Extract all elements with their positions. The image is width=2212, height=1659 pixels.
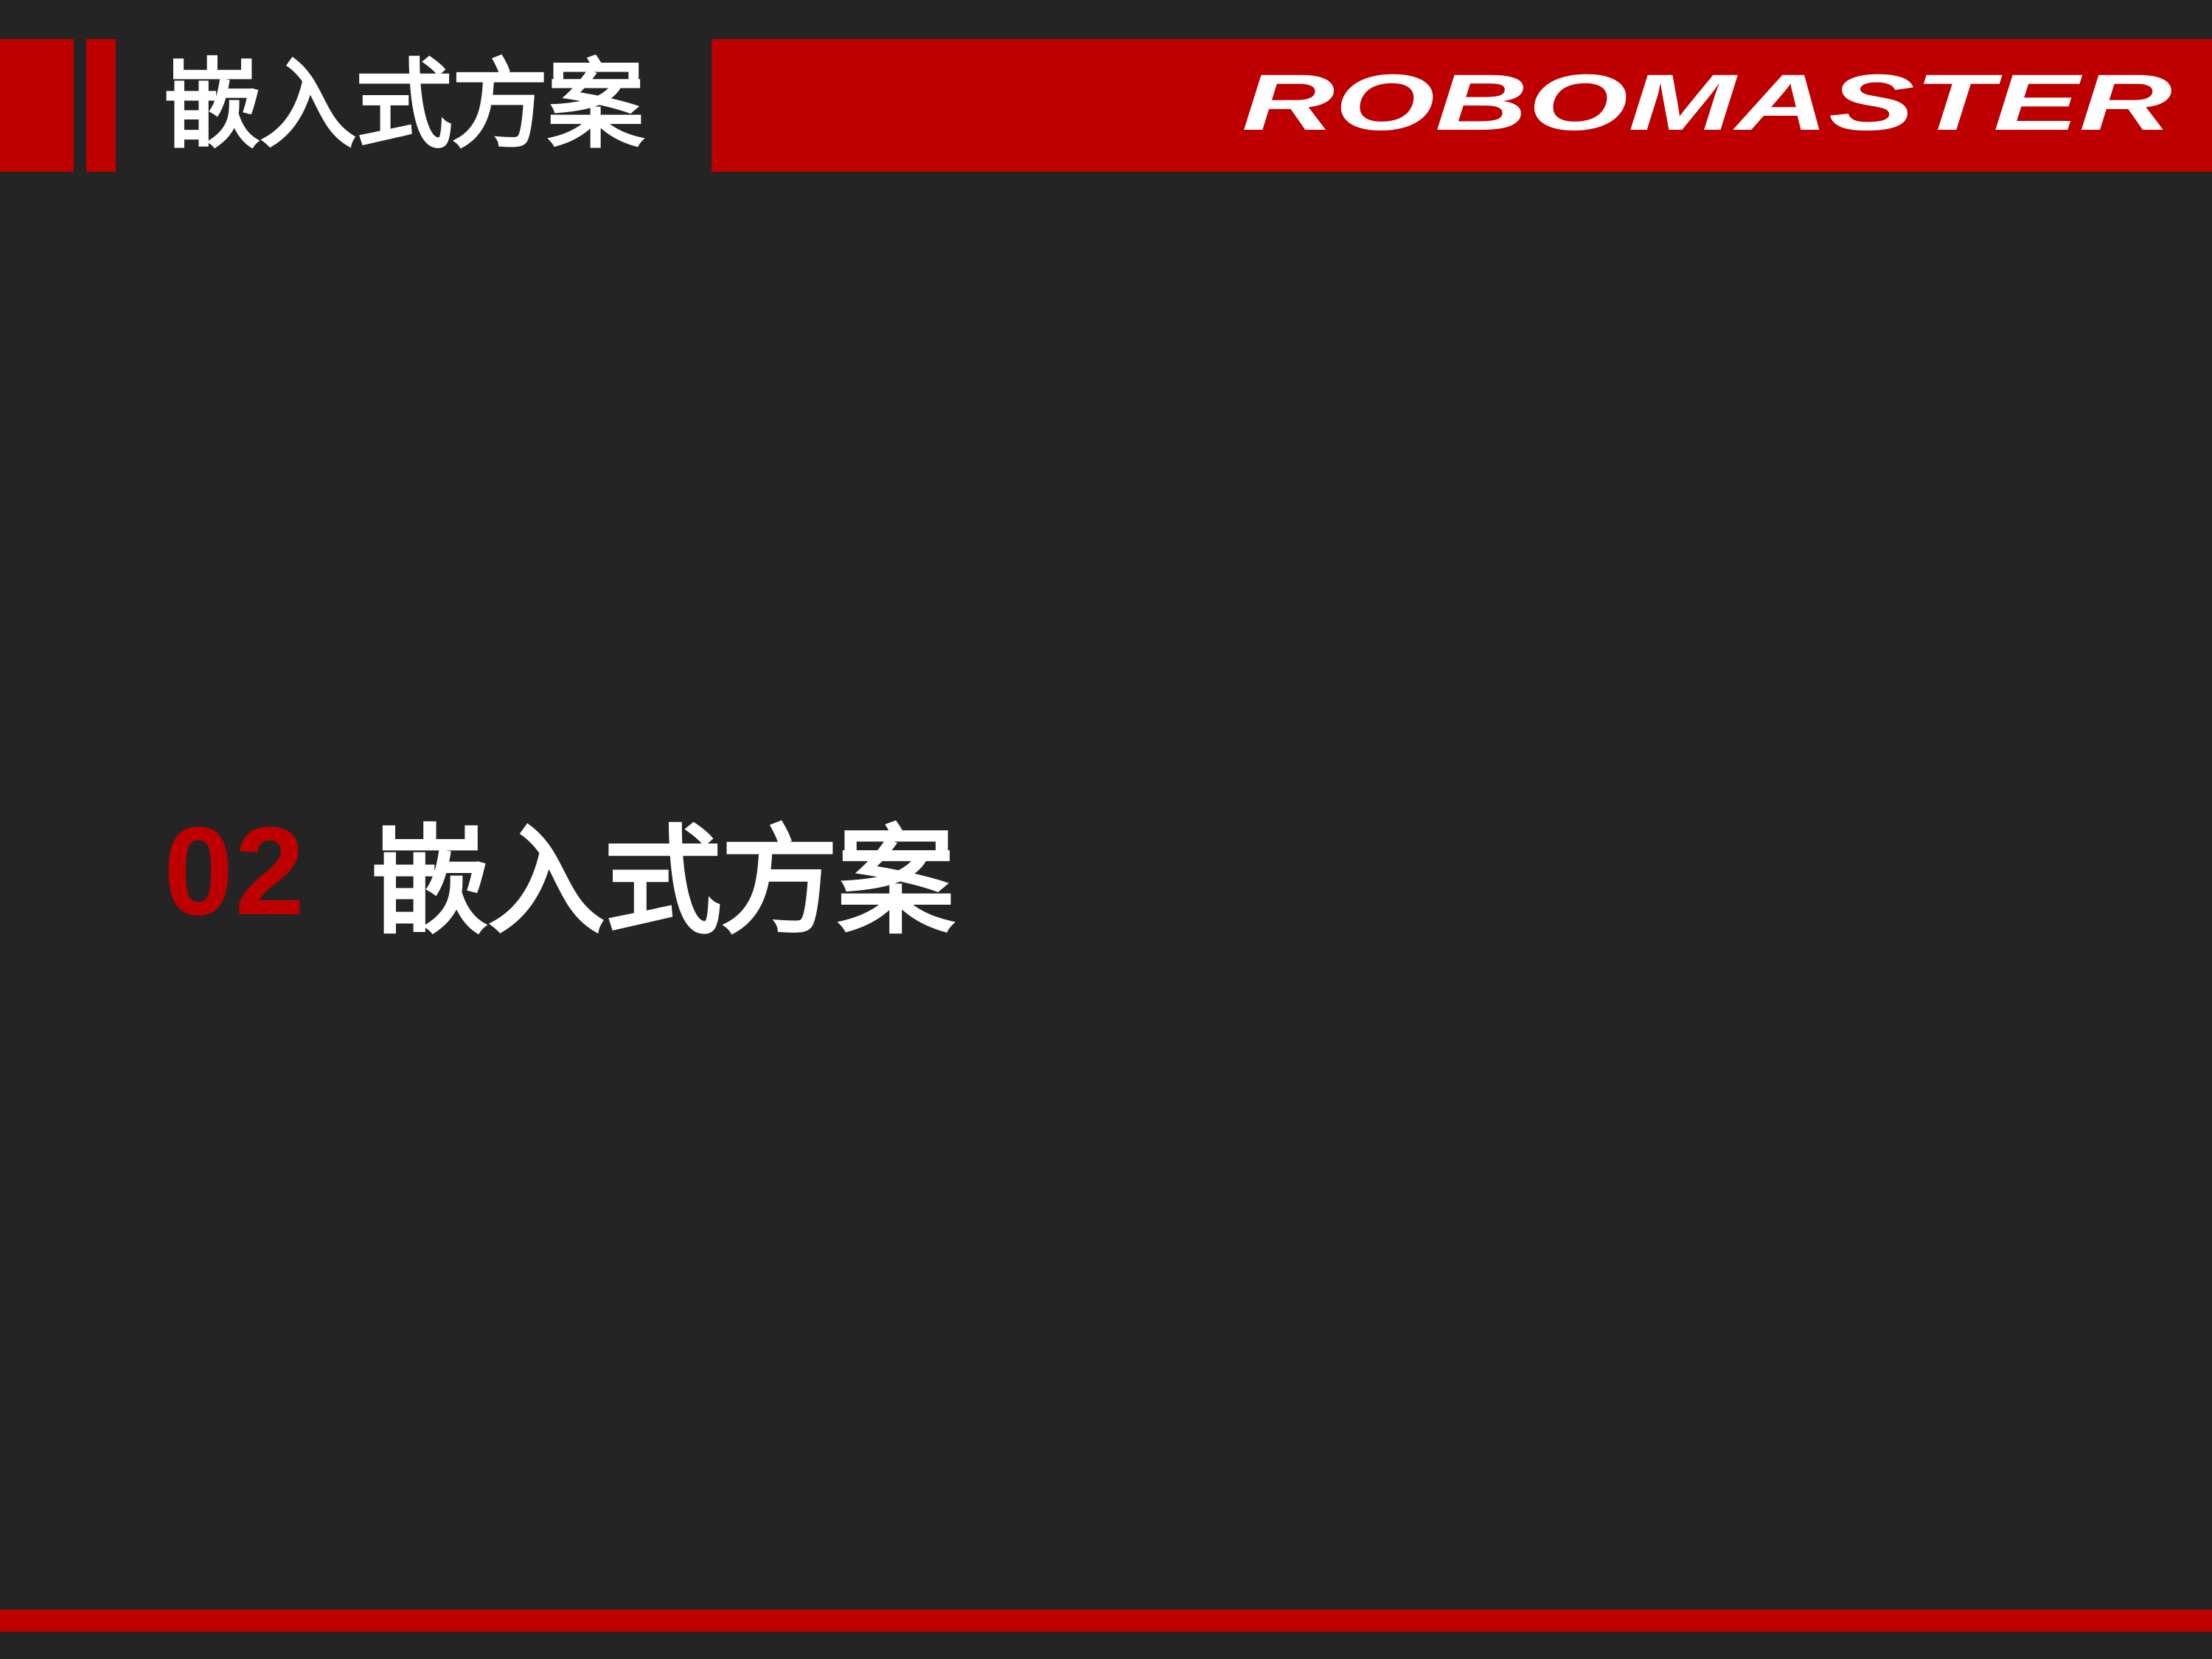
footer-bar <box>0 1610 2212 1632</box>
robomaster-logo: ROBOMASTER <box>1239 71 2175 137</box>
section-heading: 02 嵌入式方案 <box>164 798 955 950</box>
header-accent-stripe <box>86 39 116 172</box>
svg-text:ROBOMASTER: ROBOMASTER <box>1242 71 2172 137</box>
header-title: 嵌入式方案 <box>164 49 644 162</box>
section-title: 嵌入式方案 <box>371 813 955 950</box>
section-number: 02 <box>164 801 307 942</box>
header-accent-block <box>0 39 74 172</box>
